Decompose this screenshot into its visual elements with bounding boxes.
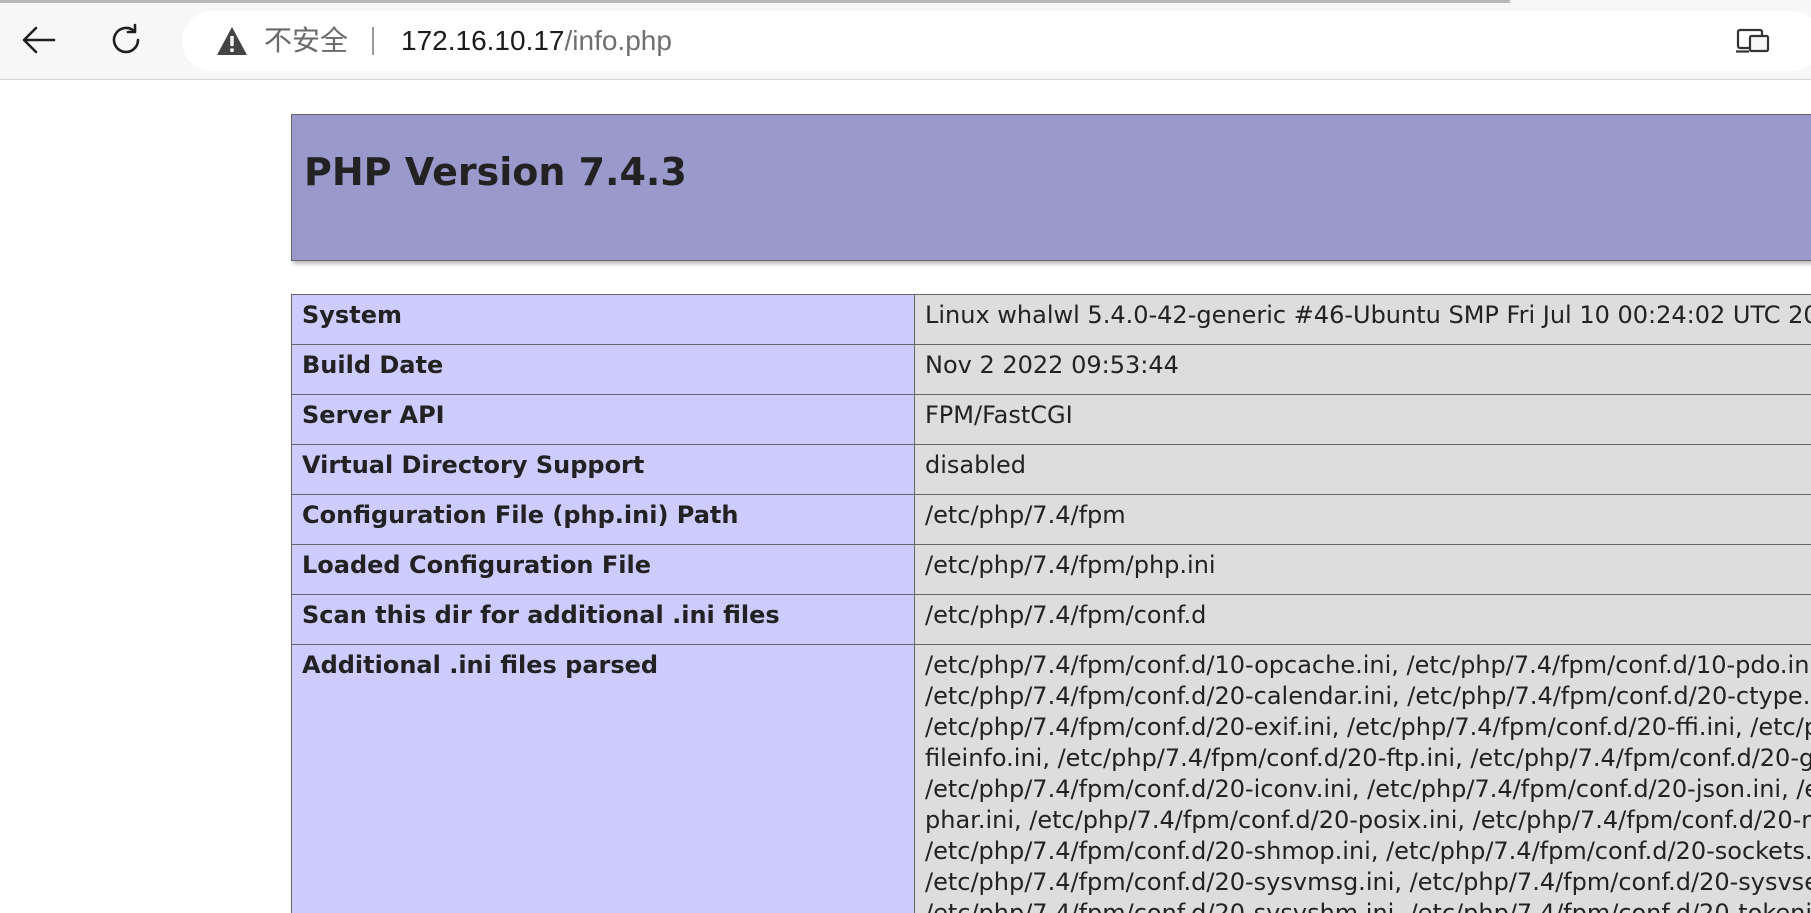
- url-path: /info.php: [564, 25, 672, 56]
- row-value: /etc/php/7.4/fpm: [914, 494, 1811, 545]
- row-label: Virtual Directory Support: [291, 444, 915, 495]
- ini-file-line: phar.ini, /etc/php/7.4/fpm/conf.d/20-pos…: [925, 806, 1811, 834]
- refresh-button[interactable]: [100, 14, 152, 66]
- not-secure-label[interactable]: 不安全: [264, 23, 348, 59]
- row-label: Configuration File (php.ini) Path: [291, 494, 915, 545]
- table-row: Virtual Directory Support disabled: [291, 444, 1811, 495]
- table-row: Scan this dir for additional .ini files …: [291, 594, 1811, 645]
- row-label: Additional .ini files parsed: [291, 644, 915, 913]
- table-row: Configuration File (php.ini) Path /etc/p…: [291, 494, 1811, 545]
- ini-file-line: /etc/php/7.4/fpm/conf.d/20-sysvmsg.ini, …: [925, 868, 1811, 896]
- tab-strip-edge: [0, 0, 1510, 3]
- ini-file-line: /etc/php/7.4/fpm/conf.d/20-iconv.ini, /e…: [925, 775, 1811, 803]
- url-text[interactable]: 172.16.10.17/info.php: [401, 23, 672, 59]
- table-row: Build Date Nov 2 2022 09:53:44: [291, 344, 1811, 395]
- browser-toolbar: 不安全 172.16.10.17/info.php: [0, 0, 1811, 80]
- row-label: Build Date: [291, 344, 915, 395]
- table-row: System Linux whalwl 5.4.0-42-generic #46…: [291, 294, 1811, 345]
- table-row: Loaded Configuration File /etc/php/7.4/f…: [291, 544, 1811, 595]
- info-table: System Linux whalwl 5.4.0-42-generic #46…: [291, 294, 1811, 913]
- page-title: PHP Version 7.4.3: [304, 150, 687, 194]
- row-label: Scan this dir for additional .ini files: [291, 594, 915, 645]
- row-label: Server API: [291, 394, 915, 445]
- ini-file-line: fileinfo.ini, /etc/php/7.4/fpm/conf.d/20…: [925, 744, 1811, 772]
- row-value: Nov 2 2022 09:53:44: [914, 344, 1811, 395]
- ini-file-line: /etc/php/7.4/fpm/conf.d/10-opcache.ini, …: [925, 651, 1811, 679]
- ini-files-value: /etc/php/7.4/fpm/conf.d/10-opcache.ini, …: [914, 644, 1811, 913]
- ini-file-line: /etc/php/7.4/fpm/conf.d/20-sysvshm.ini, …: [925, 899, 1811, 913]
- row-value: /etc/php/7.4/fpm/conf.d: [914, 594, 1811, 645]
- url-host: 172.16.10.17: [401, 25, 565, 56]
- row-label: Loaded Configuration File: [291, 544, 915, 595]
- row-value: /etc/php/7.4/fpm/php.ini: [914, 544, 1811, 595]
- ini-file-line: /etc/php/7.4/fpm/conf.d/20-shmop.ini, /e…: [925, 837, 1811, 865]
- refresh-icon: [112, 23, 140, 54]
- row-value: Linux whalwl 5.4.0-42-generic #46-Ubuntu…: [914, 294, 1811, 345]
- row-value: FPM/FastCGI: [914, 394, 1811, 445]
- back-arrow-icon: [22, 26, 56, 54]
- php-version-header: PHP Version 7.4.3: [291, 114, 1811, 261]
- immersive-reader-icon[interactable]: [1736, 26, 1772, 54]
- row-label: System: [291, 294, 915, 345]
- row-value: disabled: [914, 444, 1811, 495]
- table-row: Server API FPM/FastCGI: [291, 394, 1811, 445]
- table-row-ini-files: Additional .ini files parsed /etc/php/7.…: [291, 644, 1811, 913]
- address-bar[interactable]: 不安全 172.16.10.17/info.php: [182, 11, 1811, 71]
- ini-file-line: /etc/php/7.4/fpm/conf.d/20-exif.ini, /et…: [925, 713, 1811, 741]
- address-separator: [372, 27, 374, 55]
- ini-file-line: /etc/php/7.4/fpm/conf.d/20-calendar.ini,…: [925, 682, 1811, 710]
- warning-icon[interactable]: [216, 26, 248, 56]
- back-button[interactable]: [12, 14, 64, 66]
- page-content: PHP Version 7.4.3 System Linux whalwl 5.…: [0, 80, 1811, 913]
